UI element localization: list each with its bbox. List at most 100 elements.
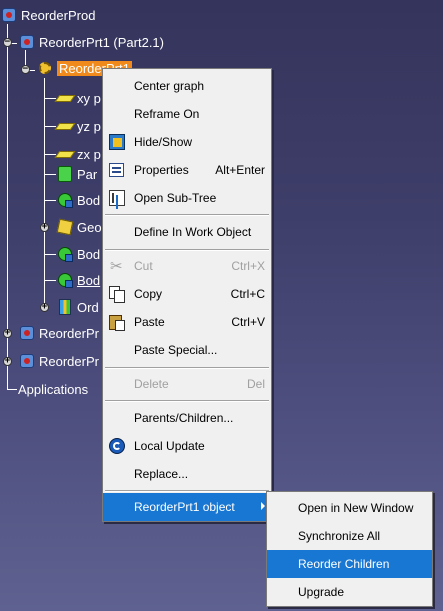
menu-item-label: Properties [134, 163, 189, 177]
menu-item-parents-children[interactable]: Parents/Children... [103, 404, 271, 432]
tree-node-label: ReorderProd [21, 7, 96, 23]
tree-node-ordered-set[interactable]: Ord [56, 297, 99, 317]
tree-line [44, 98, 56, 99]
menu-item-center-graph[interactable]: Center graph [103, 72, 271, 100]
body-icon [56, 271, 74, 289]
tree-node-parameters[interactable]: Par [56, 164, 97, 184]
submenu-item-open-new-window[interactable]: Open in New Window [267, 494, 432, 522]
tree-node-label: Geo [77, 219, 102, 235]
menu-item-label: Reframe On [134, 107, 200, 121]
menu-item-shortcut: Ctrl+X [231, 259, 265, 273]
menu-item-label: Local Update [134, 439, 205, 453]
menu-item-label: Synchronize All [298, 529, 381, 543]
tree-node-applications[interactable]: Applications [15, 379, 88, 399]
menu-item-label: Copy [134, 287, 163, 301]
tree-node-label: zx p [77, 146, 101, 162]
tree-node-label: Par [77, 166, 98, 182]
context-menu: Center graph Reframe On Hide/Show Proper… [102, 68, 272, 522]
tree-node-body[interactable]: Bod [56, 190, 100, 210]
part-icon [18, 352, 36, 370]
menu-item-shortcut: Ctrl+V [231, 315, 265, 329]
ordered-set-icon [56, 298, 74, 316]
collapse-icon[interactable]: − [3, 38, 12, 47]
tree-node-geometrical-set[interactable]: Geo [56, 217, 102, 237]
tree-node-label: ReorderPr [39, 325, 99, 341]
scissors-icon [108, 257, 126, 275]
hide-show-icon [108, 133, 126, 151]
menu-separator [105, 214, 269, 216]
menu-item-define-in-work-object[interactable]: Define In Work Object [103, 218, 271, 246]
menu-item-label: Replace... [134, 467, 189, 481]
body-icon [56, 191, 74, 209]
menu-item-paste-special[interactable]: Paste Special... [103, 336, 271, 364]
menu-item-label: Parents/Children... [134, 411, 234, 425]
menu-item-shortcut: Ctrl+C [230, 287, 265, 301]
tree-line [44, 254, 56, 255]
submenu-item-synchronize-all[interactable]: Synchronize All [267, 522, 432, 550]
tree-node-root[interactable]: ReorderProd [0, 5, 95, 25]
tree-line [44, 78, 45, 308]
menu-item-replace[interactable]: Replace... [103, 460, 271, 488]
menu-item-object-submenu[interactable]: ReorderPrt1 object [103, 493, 271, 521]
sub-tree-icon [108, 189, 126, 207]
tree-node-body[interactable]: Bod [56, 270, 100, 290]
tree-line [44, 126, 56, 127]
tree-node-zx-plane[interactable]: zx p [56, 144, 101, 164]
menu-item-local-update[interactable]: Local Update [103, 432, 271, 460]
expand-icon[interactable]: + [40, 303, 49, 312]
menu-item-copy[interactable]: Copy Ctrl+C [103, 280, 271, 308]
tree-node-part1[interactable]: ReorderPrt1 (Part2.1) [18, 32, 164, 52]
tree-node-xy-plane[interactable]: xy p [56, 88, 101, 108]
menu-item-label: Cut [134, 259, 153, 273]
menu-item-properties[interactable]: Properties Alt+Enter [103, 156, 271, 184]
tree-node-label: ReorderPrt1 (Part2.1) [39, 34, 164, 50]
tree-node-label: Bod [77, 272, 101, 288]
menu-item-label: Define In Work Object [134, 225, 252, 239]
plane-icon [56, 145, 74, 163]
tree-node-label: Applications [18, 381, 89, 397]
expand-icon[interactable]: + [40, 223, 49, 232]
menu-item-cut: Cut Ctrl+X [103, 252, 271, 280]
menu-item-label: Paste Special... [134, 343, 218, 357]
tree-line [44, 280, 56, 281]
properties-icon [108, 161, 126, 179]
menu-separator [105, 249, 269, 251]
menu-separator [105, 400, 269, 402]
gear-icon [36, 59, 54, 77]
submenu-item-upgrade[interactable]: Upgrade [267, 578, 432, 606]
tree-line [44, 200, 56, 201]
tree-node-label: yz p [77, 118, 101, 134]
tree-node-body[interactable]: Bod [56, 244, 100, 264]
menu-item-label: Paste [134, 315, 165, 329]
part-icon [18, 33, 36, 51]
paste-icon [108, 313, 126, 331]
tree-node-part[interactable]: ReorderPr [18, 351, 99, 371]
menu-item-label: Upgrade [298, 585, 345, 599]
expand-icon[interactable]: + [3, 329, 12, 338]
menu-item-reframe-on[interactable]: Reframe On [103, 100, 271, 128]
tree-node-label: ReorderPr [39, 353, 99, 369]
menu-item-shortcut: Alt+Enter [215, 163, 265, 177]
menu-item-paste[interactable]: Paste Ctrl+V [103, 308, 271, 336]
body-icon [56, 245, 74, 263]
menu-item-open-sub-tree[interactable]: Open Sub-Tree [103, 184, 271, 212]
menu-item-hide-show[interactable]: Hide/Show [103, 128, 271, 156]
part-icon [18, 324, 36, 342]
submenu-arrow-icon [261, 502, 265, 510]
plane-icon [56, 117, 74, 135]
submenu-item-reorder-children[interactable]: Reorder Children [267, 550, 432, 578]
parameters-icon [56, 165, 74, 183]
product-icon [0, 6, 18, 24]
menu-item-label: Center graph [134, 79, 205, 93]
tree-node-yz-plane[interactable]: yz p [56, 116, 101, 136]
object-submenu: Open in New Window Synchronize All Reord… [266, 491, 433, 607]
menu-separator [105, 490, 269, 492]
tree-node-label: Ord [77, 299, 99, 315]
collapse-icon[interactable]: − [21, 65, 30, 74]
expand-icon[interactable]: + [3, 357, 12, 366]
tree-node-part[interactable]: ReorderPr [18, 323, 99, 343]
menu-item-label: ReorderPrt1 object [134, 500, 235, 514]
menu-item-label: Open in New Window [298, 501, 414, 515]
menu-item-label: Delete [134, 377, 169, 391]
plane-icon [56, 89, 74, 107]
